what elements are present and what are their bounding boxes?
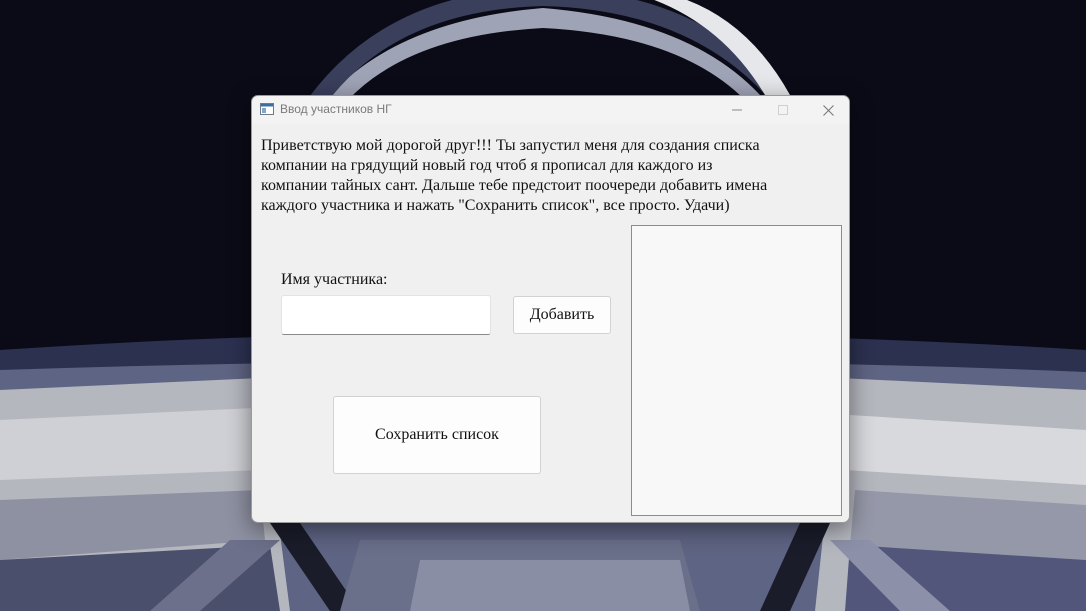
- app-window: Ввод участников НГ Приветствую мой дорог…: [251, 95, 850, 523]
- greeting-line: компании тайных сант. Дальше тебе предст…: [261, 177, 768, 194]
- add-button[interactable]: Добавить: [513, 296, 611, 334]
- participant-name-label: Имя участника:: [281, 271, 388, 288]
- title-bar[interactable]: Ввод участников НГ: [252, 96, 849, 124]
- participant-name-input[interactable]: [281, 295, 491, 335]
- greeting-line: компании на грядущий новый год чтоб я пр…: [261, 157, 713, 174]
- app-icon: [260, 103, 274, 115]
- close-icon: [822, 104, 834, 116]
- minimize-button[interactable]: [714, 96, 760, 124]
- greeting-line: Приветствую мой дорогой друг!!! Ты запус…: [261, 137, 760, 154]
- minimize-icon: [732, 109, 742, 111]
- save-list-button[interactable]: Сохранить список: [333, 396, 541, 474]
- maximize-button[interactable]: [760, 96, 806, 124]
- greeting-text: Приветствую мой дорогой друг!!! Ты запус…: [261, 136, 801, 216]
- desktop: Ввод участников НГ Приветствую мой дорог…: [0, 0, 1086, 611]
- close-button[interactable]: [805, 96, 849, 124]
- participants-list[interactable]: [631, 225, 842, 516]
- maximize-icon: [778, 105, 788, 115]
- window-title: Ввод участников НГ: [280, 102, 392, 116]
- greeting-line: каждого участника и нажать "Сохранить сп…: [261, 197, 730, 214]
